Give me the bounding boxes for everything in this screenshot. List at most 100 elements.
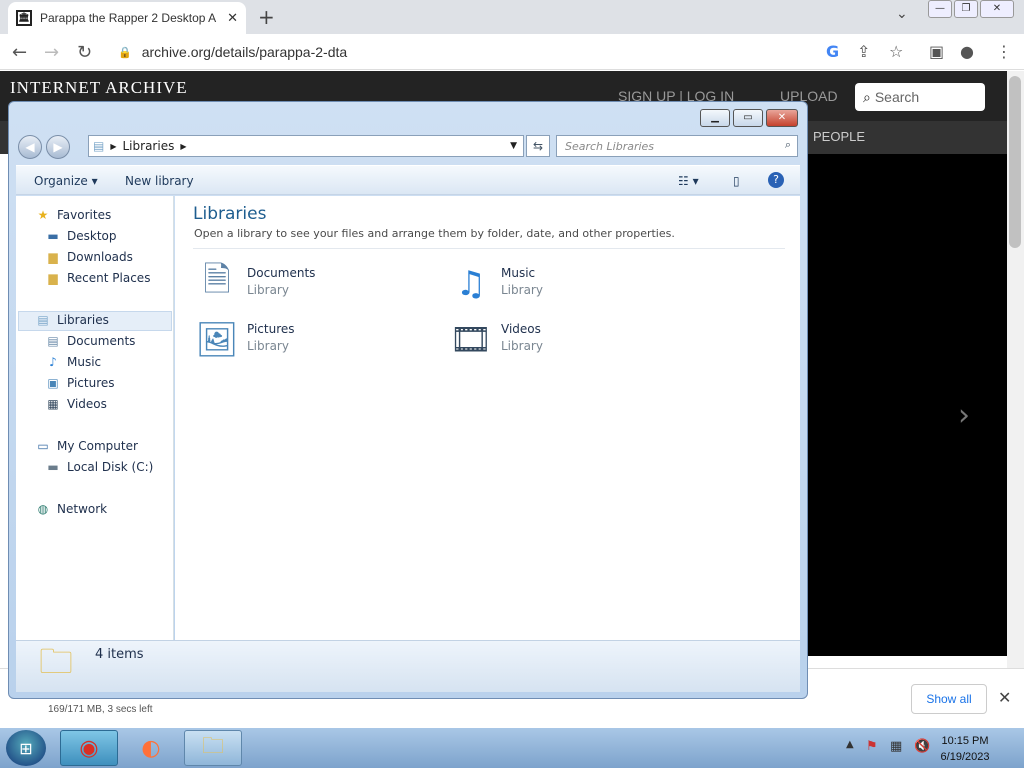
taskbar-firefox[interactable]: ◐: [122, 730, 180, 766]
ia-people-link[interactable]: PEOPLE: [813, 129, 865, 144]
reload-icon[interactable]: ↻: [77, 42, 92, 63]
nav-item-videos[interactable]: ▦ Videos: [45, 396, 107, 412]
library-videos[interactable]: 🎞 Videos Library: [447, 316, 543, 364]
scrollbar-thumb[interactable]: [1009, 76, 1021, 248]
nav-item-network[interactable]: ◍ Network: [35, 501, 107, 517]
videos-library-icon: 🎞: [449, 320, 493, 360]
taskbar-explorer[interactable]: 🗀: [184, 730, 242, 766]
browser-tab[interactable]: 🏛 Parappa the Rapper 2 Desktop A ✕: [8, 2, 246, 34]
windows-logo-icon: ⊞: [19, 738, 33, 758]
lock-icon: 🔒: [118, 46, 132, 59]
nav-label: Desktop: [67, 229, 117, 243]
start-button[interactable]: ⊞: [6, 730, 46, 766]
browser-minimize-button[interactable]: —: [928, 0, 952, 18]
nav-item-desktop[interactable]: ▬ Desktop: [45, 228, 117, 244]
nav-label: Network: [57, 502, 108, 516]
back-circle-icon[interactable]: ◀: [18, 135, 42, 159]
nav-label: Videos: [67, 397, 107, 411]
nav-item-recent-places[interactable]: ▆ Recent Places: [45, 270, 150, 286]
library-music[interactable]: ♫ Music Library: [447, 260, 543, 308]
pictures-library-icon: 🖼: [195, 320, 239, 360]
refresh-icon[interactable]: ⇆: [526, 135, 550, 157]
explorer-search-input[interactable]: Search Libraries ⌕: [556, 135, 798, 157]
nav-item-my-computer[interactable]: ▭ My Computer: [35, 438, 138, 454]
nav-label: Downloads: [67, 250, 133, 264]
menu-kebab-icon[interactable]: ⋮: [996, 42, 1012, 61]
nav-item-music[interactable]: ♪ Music: [45, 354, 101, 370]
downloads-folder-icon: ▆: [48, 250, 58, 264]
action-center-icon[interactable]: ⚑: [866, 739, 878, 754]
address-dropdown-icon[interactable]: ▼: [510, 141, 517, 151]
tray-expand-icon[interactable]: ▲: [846, 739, 854, 750]
nav-item-favorites[interactable]: ★ Favorites: [35, 207, 112, 223]
browser-close-button[interactable]: ✕: [980, 0, 1014, 18]
nav-item-local-disk[interactable]: ▬ Local Disk (C:): [45, 459, 153, 475]
library-type: Library: [501, 283, 543, 297]
archive-favicon-icon: 🏛: [16, 10, 32, 26]
download-bar-close-icon[interactable]: ✕: [998, 688, 1011, 707]
nav-label: Libraries: [57, 313, 109, 327]
explorer-address-row: ◀ ▶ ▤ ▶ Libraries ▶ ▼ ⇆ Search Libraries…: [18, 133, 798, 159]
view-options-icon[interactable]: ☷ ▾: [678, 174, 699, 188]
library-pictures[interactable]: 🖼 Pictures Library: [193, 316, 295, 364]
nav-label: Music: [67, 355, 102, 369]
side-panel-icon[interactable]: ▣: [929, 42, 944, 61]
music-note-icon: ♪: [49, 355, 57, 369]
ia-logo[interactable]: INTERNET ARCHIVE: [10, 78, 188, 98]
url-text: archive.org/details/parappa-2-dta: [141, 44, 348, 60]
preview-pane-icon[interactable]: ▯: [733, 174, 740, 188]
show-all-button[interactable]: Show all: [911, 684, 987, 714]
maximize-button[interactable]: ▭: [733, 109, 763, 127]
document-icon: ▤: [47, 334, 59, 348]
library-name: Music: [501, 266, 536, 280]
network-tray-icon[interactable]: ▦: [890, 739, 902, 754]
library-type: Library: [247, 339, 289, 353]
computer-icon: ▭: [37, 439, 49, 453]
nav-label: Local Disk (C:): [67, 460, 154, 474]
forward-arrow-icon[interactable]: →: [44, 42, 59, 63]
library-type: Library: [247, 283, 289, 297]
clock-date: 6/19/2023: [940, 751, 990, 763]
libraries-folder-icon: ▤: [93, 139, 105, 153]
nav-item-documents[interactable]: ▤ Documents: [45, 333, 135, 349]
close-button[interactable]: ✕: [766, 109, 798, 127]
nav-label: Recent Places: [67, 271, 151, 285]
address-bar[interactable]: 🔒 archive.org/details/parappa-2-dta: [110, 38, 820, 66]
nav-item-libraries[interactable]: ▤ Libraries: [35, 312, 109, 328]
help-icon[interactable]: ?: [768, 172, 784, 188]
new-library-button[interactable]: New library: [125, 174, 194, 188]
bookmark-star-icon[interactable]: ☆: [889, 42, 903, 61]
star-icon: ★: [37, 208, 49, 222]
page-subtitle: Open a library to see your files and arr…: [194, 227, 675, 240]
library-documents[interactable]: 🗎 Documents Library: [193, 260, 315, 308]
explorer-search-placeholder: Search Libraries: [565, 139, 655, 153]
nav-label: Pictures: [67, 376, 115, 390]
google-icon[interactable]: G: [826, 42, 839, 61]
taskbar-chrome[interactable]: ◉: [60, 730, 118, 766]
chevron-right-icon[interactable]: ›: [958, 398, 970, 433]
browser-restore-button[interactable]: ❐: [954, 0, 978, 18]
system-clock[interactable]: 10:15 PM 6/19/2023: [930, 733, 1000, 765]
explorer-address-bar[interactable]: ▤ ▶ Libraries ▶ ▼: [88, 135, 524, 157]
new-tab-button[interactable]: +: [258, 5, 275, 29]
chrome-icon: ◉: [79, 735, 99, 761]
minimize-button[interactable]: ▁: [700, 109, 730, 127]
ia-search-input[interactable]: ⌕ Search: [855, 83, 985, 111]
pictures-icon: ▣: [47, 376, 59, 390]
desktop-icon: ▬: [47, 229, 59, 243]
profile-avatar-icon[interactable]: ●: [960, 42, 974, 61]
tab-close-icon[interactable]: ✕: [227, 11, 238, 26]
library-name: Pictures: [247, 322, 295, 336]
forward-circle-icon[interactable]: ▶: [46, 135, 70, 159]
organize-button[interactable]: Organize ▾: [34, 174, 98, 188]
volume-muted-icon[interactable]: 🔇: [914, 739, 930, 754]
nav-item-downloads[interactable]: ▆ Downloads: [45, 249, 133, 265]
share-icon[interactable]: ⇪: [857, 42, 870, 61]
command-bar: Organize ▾ New library ☷ ▾ ▯ ?: [16, 165, 800, 195]
nav-item-pictures[interactable]: ▣ Pictures: [45, 375, 115, 391]
breadcrumb-libraries[interactable]: Libraries: [123, 139, 175, 153]
breadcrumb-separator-icon: ▶: [180, 141, 187, 151]
tab-search-chevron-icon[interactable]: ⌄: [896, 6, 908, 22]
back-arrow-icon[interactable]: ←: [12, 42, 27, 63]
page-title: Libraries: [193, 204, 267, 224]
